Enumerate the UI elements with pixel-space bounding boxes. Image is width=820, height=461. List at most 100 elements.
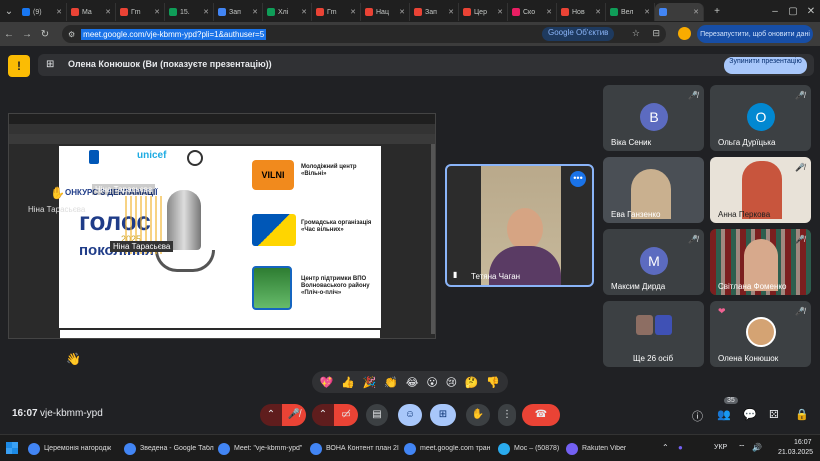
- browser-tab[interactable]: Вел ✕: [606, 3, 655, 21]
- network-icon[interactable]: ⌔: [738, 443, 746, 453]
- minimize-icon[interactable]: –: [766, 6, 784, 17]
- emoji-button[interactable]: ☺: [398, 404, 422, 426]
- present-button[interactable]: ⊞: [430, 404, 456, 426]
- app-icon: [124, 442, 136, 455]
- camera-toggle-button[interactable]: ▭̸: [334, 404, 358, 426]
- browser-tab[interactable]: Ма ✕: [67, 3, 116, 21]
- stop-presenting-button[interactable]: Зупинити презентацію: [724, 57, 807, 74]
- browser-tab[interactable]: (9) ✕: [18, 3, 67, 21]
- reaction-emoji-button[interactable]: 😂: [406, 376, 419, 389]
- extensions-icon[interactable]: ⊟: [652, 28, 660, 39]
- browser-tab[interactable]: Гm ✕: [116, 3, 165, 21]
- tab-close-icon[interactable]: ✕: [497, 8, 503, 16]
- tray-chevron-icon[interactable]: ⌃: [662, 443, 669, 452]
- reaction-emoji-button[interactable]: 😢: [446, 376, 457, 389]
- browser-tab[interactable]: Нов ✕: [557, 3, 606, 21]
- meeting-info-icon[interactable]: ⓘ: [692, 408, 703, 424]
- more-participants-tile[interactable]: Ще 26 осіб: [603, 301, 704, 367]
- participant-tile[interactable]: 🎤̸ В Віка Сеник: [603, 85, 704, 151]
- bookmark-star-icon[interactable]: ☆: [632, 28, 640, 39]
- windows-start-icon[interactable]: [6, 442, 18, 454]
- tab-close-icon[interactable]: ✕: [448, 8, 454, 16]
- windows-taskbar: Церемонія нагородж Зведена - Google Табл M…: [0, 434, 820, 461]
- back-icon[interactable]: ←: [0, 29, 18, 40]
- taskbar-item[interactable]: Rakuten Viber: [566, 440, 638, 457]
- leave-call-button[interactable]: ☎: [522, 404, 560, 426]
- browser-tab[interactable]: Нац ✕: [361, 3, 410, 21]
- more-options-button[interactable]: ⋮: [498, 404, 516, 426]
- host-controls-icon[interactable]: 🔒: [795, 408, 809, 421]
- restart-update-button[interactable]: Перезапустити, щоб оновити дані: [697, 25, 813, 43]
- tray-viber-icon[interactable]: ●: [678, 443, 683, 452]
- taskbar-item[interactable]: Meet: "vje-kbmm-ypd": [218, 440, 306, 457]
- forward-icon[interactable]: →: [18, 29, 36, 40]
- tab-close-icon[interactable]: ✕: [252, 8, 258, 16]
- camera-options-chevron-icon[interactable]: ⌃: [312, 404, 334, 426]
- reaction-emoji-button[interactable]: 👎: [486, 376, 500, 389]
- mic-toggle-button[interactable]: 🎤̸: [282, 404, 306, 426]
- browser-tab[interactable]: 15. ✕: [165, 3, 214, 21]
- browser-tab[interactable]: Ско ✕: [508, 3, 557, 21]
- taskbar-item[interactable]: ВОНА Контент план 2І: [310, 440, 400, 457]
- reaction-emoji-button[interactable]: 🎉: [363, 376, 377, 389]
- site-info-icon[interactable]: ⚙: [68, 30, 75, 39]
- tab-close-icon[interactable]: ✕: [693, 8, 699, 16]
- tab-close-icon[interactable]: ✕: [56, 8, 62, 16]
- tab-close-icon[interactable]: ✕: [546, 8, 552, 16]
- close-window-icon[interactable]: ✕: [802, 6, 820, 17]
- raise-hand-button[interactable]: ✋: [466, 404, 490, 426]
- chat-icon[interactable]: 💬: [743, 408, 757, 421]
- tab-close-icon[interactable]: ✕: [399, 8, 405, 16]
- participant-tile[interactable]: 🎤̸ Світлана Фоменко: [710, 229, 811, 295]
- reaction-emoji-button[interactable]: 😮: [426, 376, 437, 389]
- browser-tab[interactable]: ✕: [655, 3, 704, 21]
- self-tile[interactable]: ❤ 🎤̸ Олена Конюшок: [710, 301, 811, 367]
- participant-tile[interactable]: Ева Ганзенко: [603, 157, 704, 223]
- activities-icon[interactable]: ⚄: [769, 408, 779, 421]
- participant-name: Віка Сеник: [611, 138, 652, 147]
- mic-options-chevron-icon[interactable]: ⌃: [260, 404, 282, 426]
- volume-icon[interactable]: 🔊: [752, 443, 762, 452]
- tab-close-icon[interactable]: ✕: [105, 8, 111, 16]
- reaction-emoji-button[interactable]: 👏: [384, 376, 398, 389]
- browser-tab[interactable]: Гm ✕: [312, 3, 361, 21]
- reaction-emoji-button[interactable]: 👍: [341, 376, 355, 389]
- taskbar-item[interactable]: meet.google.com тран: [404, 440, 494, 457]
- tab-close-icon[interactable]: ✕: [350, 8, 356, 16]
- participant-tile[interactable]: 🎤̸ Анна Перкова: [710, 157, 811, 223]
- maximize-icon[interactable]: ▢: [784, 6, 802, 17]
- taskbar-item[interactable]: Церемонія нагородж: [28, 440, 120, 457]
- strip-below-share: [60, 330, 380, 338]
- browser-tab[interactable]: Цер ✕: [459, 3, 508, 21]
- tab-label: Ско: [523, 8, 536, 16]
- active-speaker-tile[interactable]: ••• ▮ Тетяна Чаган: [445, 164, 594, 287]
- participant-tile[interactable]: 🎤̸ М Максим Дирда: [603, 229, 704, 295]
- browser-tab[interactable]: Хлі ✕: [263, 3, 312, 21]
- name-overlay-label: Ніна Тарасьєва: [28, 205, 86, 214]
- tab-close-icon[interactable]: ✕: [154, 8, 160, 16]
- reaction-emoji-button[interactable]: 🤔: [465, 376, 479, 389]
- google-lens-button[interactable]: Google Об'єктив: [542, 27, 615, 41]
- tab-search-icon[interactable]: ⌄: [0, 6, 18, 17]
- clock-date[interactable]: 21.03.2025: [778, 449, 813, 456]
- profile-avatar[interactable]: [678, 27, 691, 40]
- tab-close-icon[interactable]: ✕: [301, 8, 307, 16]
- new-tab-button[interactable]: +: [708, 6, 726, 17]
- taskbar-item[interactable]: Зведена - Google Табл: [124, 440, 214, 457]
- taskbar-item[interactable]: Мос – (50878): [498, 440, 562, 457]
- browser-tab[interactable]: Зап ✕: [214, 3, 263, 21]
- reload-icon[interactable]: ↻: [36, 29, 54, 40]
- url-field[interactable]: ⚙ meet.google.com/vje-kbmm-ypd?pli=1&aut…: [62, 25, 666, 43]
- meeting-alert-icon[interactable]: !: [8, 55, 30, 77]
- captions-button[interactable]: ▤: [366, 404, 388, 426]
- tab-close-icon[interactable]: ✕: [644, 8, 650, 16]
- tab-close-icon[interactable]: ✕: [203, 8, 209, 16]
- clock-time[interactable]: 16:07: [794, 439, 812, 446]
- more-options-icon[interactable]: •••: [570, 171, 586, 187]
- people-icon[interactable]: 👥: [717, 408, 731, 421]
- reaction-emoji-button[interactable]: 💖: [320, 376, 334, 389]
- tab-close-icon[interactable]: ✕: [595, 8, 601, 16]
- participant-tile[interactable]: 🎤̸ О Ольга Дурїцька: [710, 85, 811, 151]
- browser-tab[interactable]: Зап ✕: [410, 3, 459, 21]
- keyboard-language[interactable]: УКР: [714, 444, 727, 451]
